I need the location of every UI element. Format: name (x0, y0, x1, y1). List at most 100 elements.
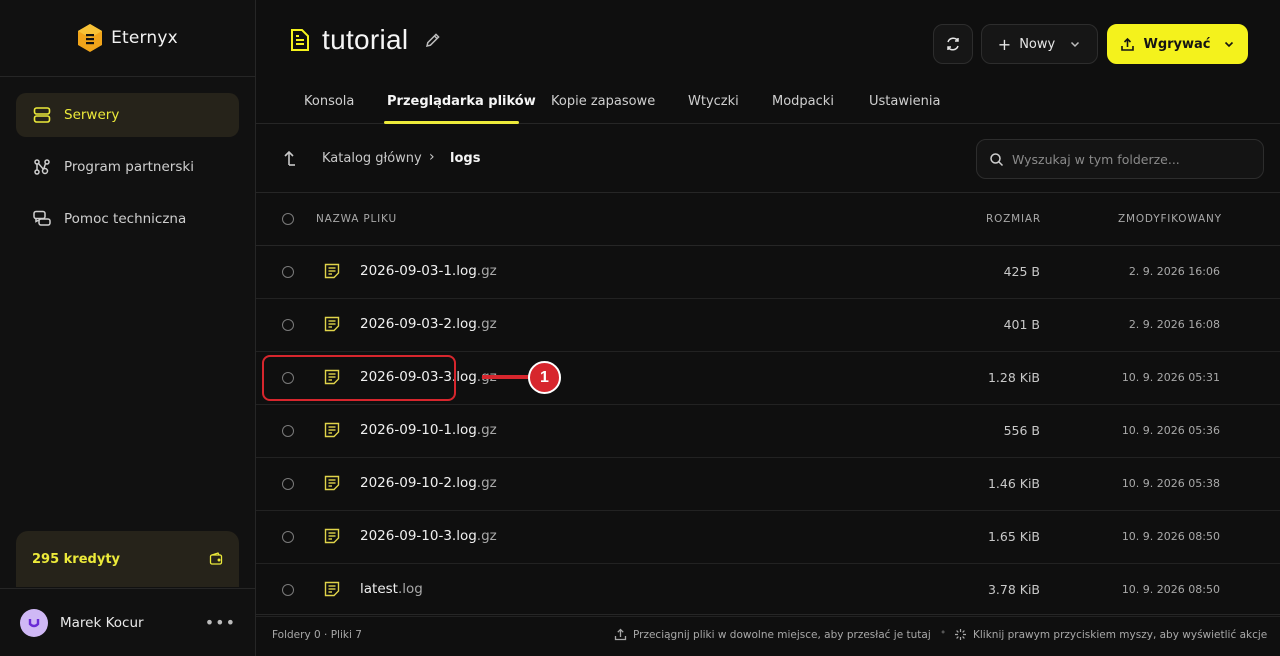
drag-hint: Przeciągnij pliki w dowolne miejsce, aby… (614, 628, 931, 641)
column-name-header[interactable]: NAZWA PLIKU (316, 213, 397, 225)
chevron-down-icon (1224, 41, 1233, 48)
sidebar-item-support[interactable]: Pomoc techniczna (16, 197, 239, 241)
tab-settings[interactable]: Ustawienia (869, 94, 940, 109)
row-checkbox[interactable] (282, 584, 294, 596)
wallet-icon (209, 552, 223, 565)
sidebar-item-servers[interactable]: Serwery (16, 93, 239, 137)
new-button[interactable]: + Nowy (981, 24, 1098, 64)
sidebar-nav: Serwery Program partnerski Pomoc technic… (0, 77, 255, 241)
file-size: 3.78 KiB (987, 582, 1040, 597)
file-size: 1.65 KiB (987, 529, 1040, 544)
file-size: 556 B (1003, 423, 1040, 438)
search-box[interactable] (976, 139, 1264, 179)
file-size: 401 B (1003, 317, 1040, 332)
breadcrumb-root[interactable]: Katalog główny (322, 151, 422, 166)
search-input[interactable] (1012, 151, 1252, 167)
file-modified: 2. 9. 2026 16:06 (1128, 265, 1220, 278)
annotation-highlight (262, 355, 456, 401)
file-name[interactable]: 2026-09-10-2.log.gz (360, 475, 497, 491)
chevron-right-icon: › (429, 149, 435, 165)
plus-icon: + (997, 34, 1012, 54)
tab-console[interactable]: Konsola (304, 94, 354, 109)
tab-file-browser[interactable]: Przeglądarka plików (387, 94, 536, 109)
active-tab-indicator (384, 121, 519, 124)
file-icon (324, 528, 340, 544)
sidebar-item-partner-program[interactable]: Program partnerski (16, 145, 239, 189)
share-icon (34, 159, 50, 175)
annotation-pointer (482, 375, 532, 379)
context-menu-hint: Kliknij prawym przyciskiem myszy, aby wy… (954, 628, 1267, 641)
file-list: 2026-09-03-1.log.gz 425 B 2. 9. 2026 16:… (256, 246, 1280, 617)
tab-plugins[interactable]: Wtyczki (688, 94, 739, 109)
arrow-up-icon[interactable] (282, 149, 298, 167)
file-name[interactable]: 2026-09-10-1.log.gz (360, 422, 497, 438)
search-icon (990, 152, 1004, 166)
separator-dot: • (940, 627, 947, 639)
file-size: 1.46 KiB (987, 476, 1040, 491)
app-name: Eternyx (111, 28, 178, 48)
annotation-badge: 1 (528, 361, 561, 394)
table-row[interactable]: 2026-09-10-1.log.gz 556 B 10. 9. 2026 05… (256, 405, 1280, 458)
row-checkbox[interactable] (282, 478, 294, 490)
edit-pencil-icon[interactable] (424, 31, 442, 49)
new-button-label: Nowy (1019, 36, 1056, 52)
file-text-icon (291, 29, 309, 51)
file-name[interactable]: latest.log (360, 581, 423, 597)
select-all-checkbox[interactable] (282, 213, 294, 225)
row-checkbox[interactable] (282, 319, 294, 331)
file-modified: 10. 9. 2026 05:36 (1121, 424, 1220, 437)
table-row[interactable]: 2026-09-10-3.log.gz 1.65 KiB 10. 9. 2026… (256, 511, 1280, 564)
row-checkbox[interactable] (282, 531, 294, 543)
table-row[interactable]: 2026-09-03-2.log.gz 401 B 2. 9. 2026 16:… (256, 299, 1280, 352)
sidebar-item-label: Program partnerski (64, 159, 194, 175)
file-name[interactable]: 2026-09-03-2.log.gz (360, 316, 497, 332)
tab-modpacks[interactable]: Modpacki (772, 94, 834, 109)
table-header: NAZWA PLIKU ROZMIAR ZMODYFIKOWANY (256, 193, 1280, 246)
logo[interactable]: Eternyx (0, 0, 255, 77)
table-row[interactable]: latest.log 3.78 KiB 10. 9. 2026 08:50 (256, 564, 1280, 617)
table-row[interactable]: 2026-09-10-2.log.gz 1.46 KiB 10. 9. 2026… (256, 458, 1280, 511)
credits-card[interactable]: 295 kredyty (16, 531, 239, 587)
file-name[interactable]: 2026-09-03-1.log.gz (360, 263, 497, 279)
upload-icon (614, 628, 627, 641)
file-size: 1.28 KiB (987, 370, 1040, 385)
tab-backups[interactable]: Kopie zapasowe (551, 94, 655, 109)
file-icon (324, 263, 340, 279)
row-checkbox[interactable] (282, 425, 294, 437)
sparkle-icon (955, 629, 966, 640)
main-content: tutorial + Nowy Wgrywać Konsola Przegląd… (256, 0, 1280, 656)
file-modified: 10. 9. 2026 08:50 (1121, 530, 1220, 543)
row-checkbox[interactable] (282, 266, 294, 278)
file-size: 425 B (1003, 264, 1040, 279)
file-icon (324, 316, 340, 332)
refresh-icon (947, 37, 959, 51)
chevron-down-icon (1071, 41, 1080, 48)
status-bar: Foldery 0 · Pliki 7 Przeciągnij pliki w … (256, 614, 1280, 656)
sidebar-item-label: Pomoc techniczna (64, 211, 187, 227)
column-size-header[interactable]: ROZMIAR (986, 213, 1041, 225)
column-modified-header[interactable]: ZMODYFIKOWANY (1118, 213, 1222, 225)
file-name[interactable]: 2026-09-10-3.log.gz (360, 528, 497, 544)
file-counts: Foldery 0 · Pliki 7 (272, 629, 362, 641)
file-icon (324, 475, 340, 491)
refresh-button[interactable] (933, 24, 973, 64)
user-name: Marek Kocur (60, 614, 144, 631)
page-header: tutorial + Nowy Wgrywać (256, 0, 1280, 88)
credits-label: 295 kredyty (32, 551, 121, 567)
more-options-icon[interactable]: ••• (205, 613, 236, 632)
sidebar-item-label: Serwery (64, 107, 120, 123)
path-bar: Katalog główny › logs (256, 125, 1280, 193)
server-icon (33, 107, 51, 123)
tab-bar: Konsola Przeglądarka plików Kopie zapaso… (256, 88, 1280, 124)
file-modified: 10. 9. 2026 05:38 (1121, 477, 1220, 490)
upload-button[interactable]: Wgrywać (1107, 24, 1248, 64)
avatar (20, 608, 48, 637)
page-title: tutorial (322, 24, 409, 55)
table-row[interactable]: 2026-09-03-1.log.gz 425 B 2. 9. 2026 16:… (256, 246, 1280, 299)
chat-icon (33, 210, 51, 226)
logo-icon (78, 24, 103, 52)
file-modified: 2. 9. 2026 16:08 (1128, 318, 1220, 331)
file-modified: 10. 9. 2026 05:31 (1121, 371, 1220, 384)
user-profile[interactable]: Marek Kocur ••• (0, 588, 256, 656)
breadcrumb-current: logs (450, 151, 481, 166)
